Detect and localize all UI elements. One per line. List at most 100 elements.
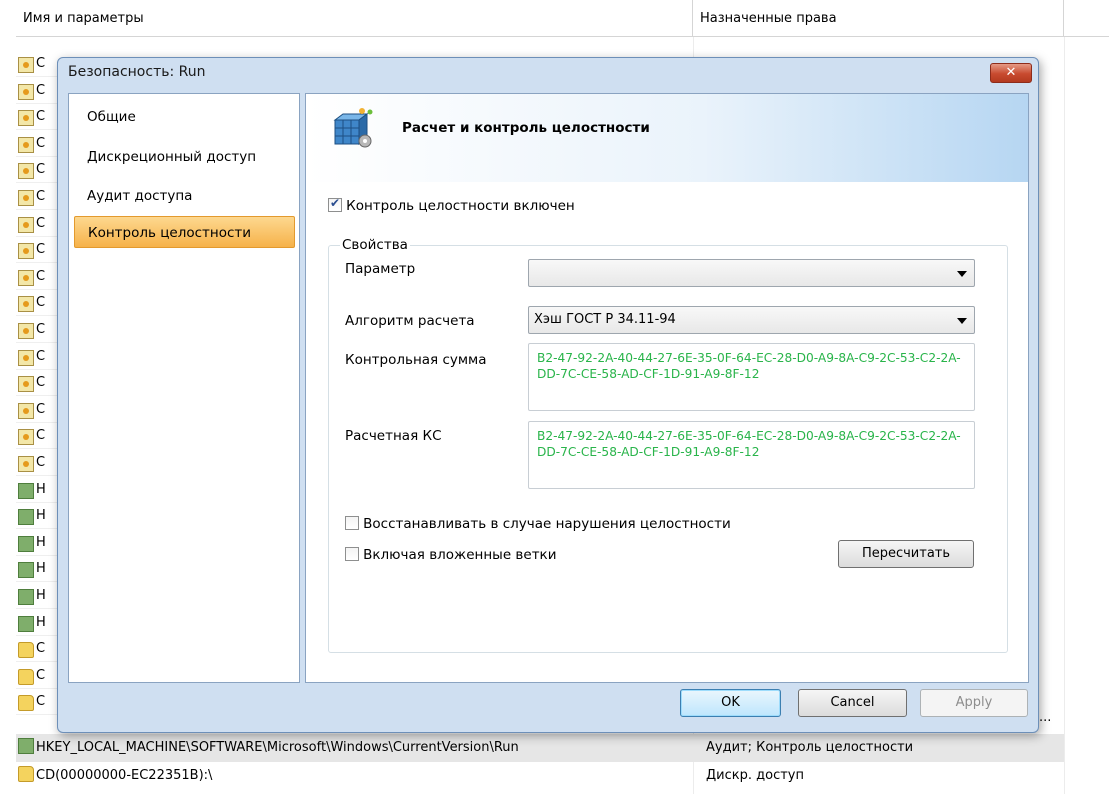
algorithm-value: Хэш ГОСТ Р 34.11-94 [534,312,676,327]
param-select[interactable] [528,259,975,287]
list-item-label: С [36,375,46,391]
security-dialog: Безопасность: Run ✕ Общие Дискреционный … [57,57,1039,733]
table-row[interactable]: CD(00000000-EC22351B):\ Дискр. доступ [16,762,1064,790]
list-item-label: Н [36,588,46,603]
file-icon [18,269,34,286]
file-icon [18,216,34,233]
file-icon [18,376,34,393]
dialog-title: Безопасность: Run [68,64,206,80]
list-item-label: С [36,455,46,470]
folder-icon [18,668,34,685]
file-icon [18,163,34,180]
file-icon [18,83,34,100]
list-item-label: С [36,694,46,710]
properties-legend: Свойства [340,237,410,253]
drive-folder-icon [18,766,34,782]
folder-icon [18,695,34,712]
column-header-name[interactable]: Имя и параметры [16,0,693,37]
restore-checkbox[interactable]: Восстанавливать в случае нарушения целос… [345,516,731,532]
integrity-cube-icon [333,108,373,148]
list-item-label: С [36,295,46,311]
restore-label: Восстанавливать в случае нарушения целос… [363,516,731,532]
row-name: HKEY_LOCAL_MACHINE\SOFTWARE\Microsoft\Wi… [36,740,519,755]
panel-header: Расчет и контроль целостности [306,94,1028,182]
list-item-label: Н [36,481,46,497]
list-item-label: С [36,641,46,657]
nav-item-access-audit[interactable]: Аудит доступа [87,188,192,204]
list-item-label: С [36,56,46,71]
file-icon [18,57,34,73]
computed-checksum-field[interactable]: B2-47-92-2A-40-44-27-6E-35-0F-64-EC-28-D… [528,421,975,489]
computed-checksum-label: Расчетная КС [345,428,442,444]
file-icon [18,456,34,472]
registry-icon [18,738,34,754]
list-item-label: С [36,268,46,284]
window-left-edge [0,0,16,794]
file-icon [18,296,34,313]
file-icon [18,110,34,127]
algorithm-select[interactable]: Хэш ГОСТ Р 34.11-94 [528,306,975,334]
checkbox-checked-icon [328,196,342,212]
list-item-label: Н [36,614,46,630]
integrity-panel: Расчет и контроль целостности Контроль ц… [305,93,1029,683]
chevron-down-icon [957,271,967,277]
file-icon [18,429,34,446]
checksum-label: Контрольная сумма [345,352,487,368]
include-nested-label: Включая вложенные ветки [363,547,557,563]
checkbox-unchecked-icon [345,516,359,530]
checksum-field[interactable]: B2-47-92-2A-40-44-27-6E-35-0F-64-EC-28-D… [528,343,975,411]
list-item-label: С [36,109,46,125]
list-item-label: С [36,82,46,98]
integrity-enabled-checkbox[interactable]: Контроль целостности включен [328,196,575,214]
registry-icon [18,589,34,605]
list-item-label: С [36,242,46,258]
close-icon: ✕ [1005,65,1017,80]
cancel-button[interactable]: Cancel [798,689,907,717]
file-icon [18,402,34,419]
table-row-selected[interactable]: HKEY_LOCAL_MACHINE\SOFTWARE\Microsoft\Wi… [16,734,1064,762]
list-item-label: С [36,189,46,204]
list-item-label: С [36,428,46,444]
list-item-label: С [36,348,46,364]
file-icon [18,243,34,260]
list-item-label: С [36,322,46,337]
chevron-down-icon [957,318,967,324]
file-icon [18,190,34,206]
apply-button: Apply [920,689,1028,717]
file-icon [18,136,34,153]
ok-button[interactable]: OK [680,689,781,717]
list-item-label: Н [36,534,46,550]
row-rights: Аудит; Контроль целостности [706,740,914,755]
recalculate-button[interactable]: Пересчитать [838,540,974,568]
settings-nav: Общие Дискреционный доступ Аудит доступа… [68,93,300,683]
list-item-label: С [36,162,46,178]
column-divider [1064,37,1065,794]
integrity-enabled-label: Контроль целостности включен [346,198,575,214]
list-item-label: С [36,401,46,417]
registry-icon [18,509,34,526]
algorithm-label: Алгоритм расчета [345,313,475,329]
list-item-label: С [36,667,46,683]
nav-item-general[interactable]: Общие [87,109,136,125]
close-button[interactable]: ✕ [990,63,1032,83]
file-icon [18,349,34,366]
registry-icon [18,615,34,632]
list-item-label: С [36,135,46,151]
include-nested-checkbox[interactable]: Включая вложенные ветки [345,547,557,563]
registry-icon [18,535,34,552]
file-icon [18,323,34,339]
registry-icon [18,482,34,499]
panel-title: Расчет и контроль целостности [402,120,650,136]
column-header-rights[interactable]: Назначенные права [693,0,1064,37]
registry-icon [18,562,34,579]
checkbox-unchecked-icon [345,547,359,561]
row-name: CD(00000000-EC22351B):\ [36,768,213,783]
list-item-label: Н [36,508,46,524]
row-rights: Дискр. доступ [706,768,804,783]
folder-icon [18,642,34,659]
list-header: Имя и параметры Назначенные права [16,0,1109,37]
nav-item-discretionary-access[interactable]: Дискреционный доступ [87,149,256,165]
list-item-label: С [36,215,46,231]
nav-item-integrity-control[interactable]: Контроль целостности [74,216,295,248]
param-label: Параметр [345,261,416,277]
